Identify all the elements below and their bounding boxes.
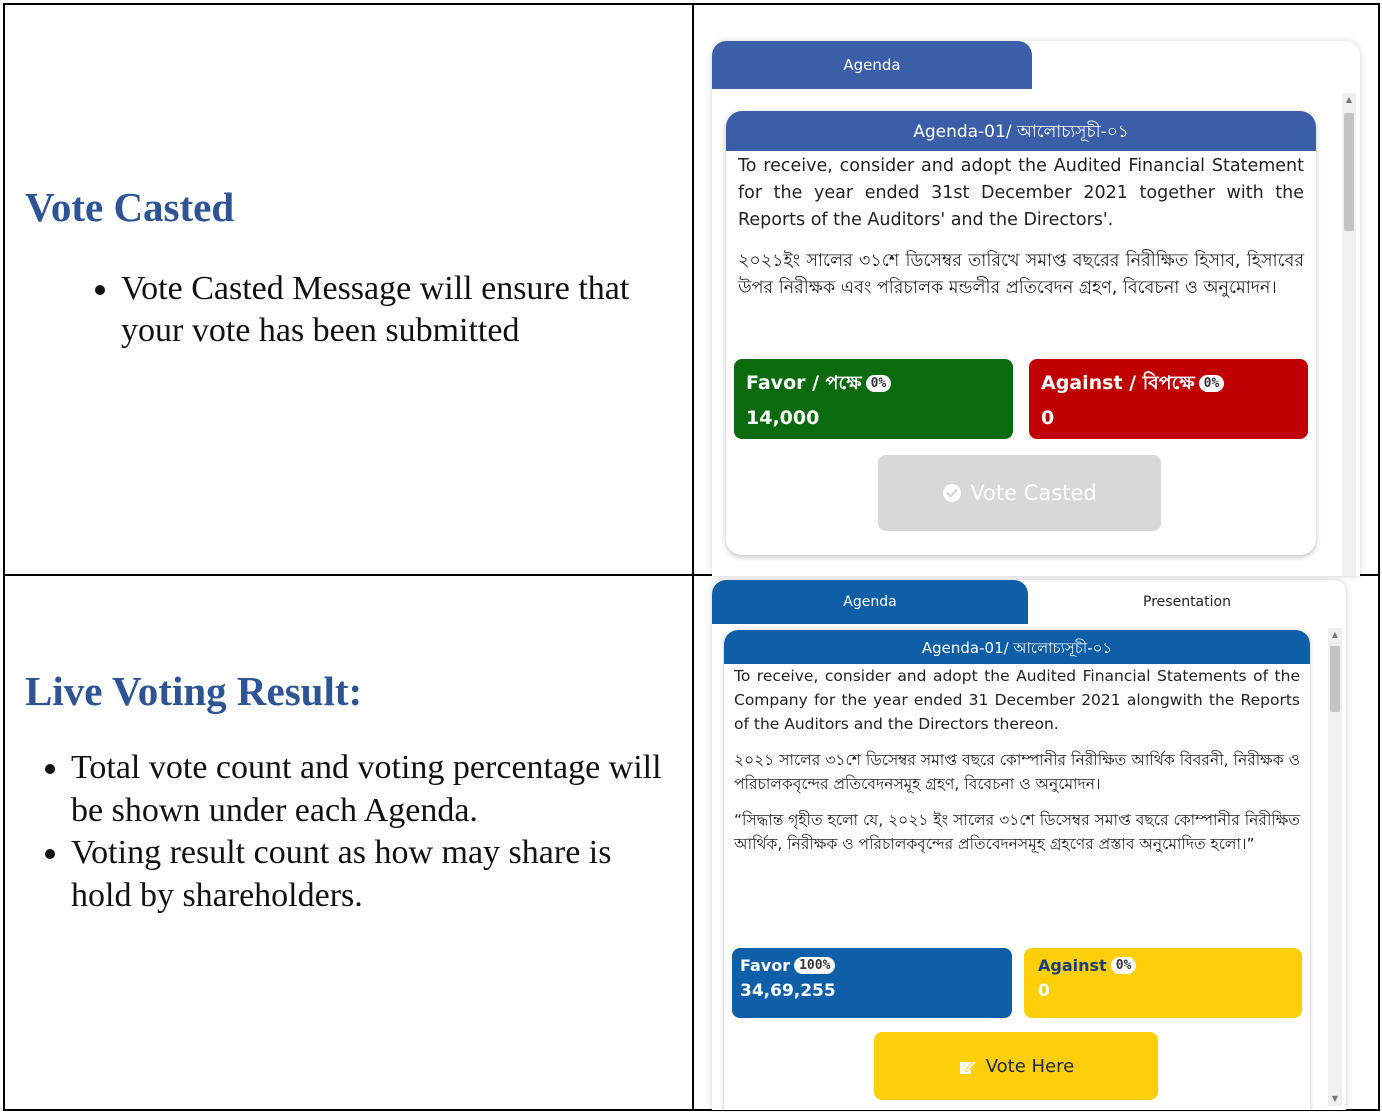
favor-box: Favor 100% 34,69,255 (732, 948, 1012, 1018)
app-panel: Agenda ▲ Agenda-01/ আলোচ্যসূচী-০১ To rec… (712, 41, 1360, 576)
agenda-text-english: To receive, consider and adopt the Audit… (738, 156, 1304, 230)
app-panel: Agenda Presentation ▲ ▼ Agenda-01/ আলোচ্… (712, 580, 1346, 1110)
agenda-card: Agenda-01/ আলোচ্যসূচী-০১ To receive, con… (724, 630, 1310, 1110)
against-count: 0 (1041, 407, 1055, 429)
against-box: Against / বিপক্ষে 0% 0 (1029, 359, 1308, 439)
scrollbar-thumb[interactable] (1330, 646, 1340, 712)
scroll-up-icon[interactable]: ▲ (1328, 628, 1342, 642)
against-label: Against (1038, 956, 1107, 975)
card-title: Agenda-01/ আলোচ্যসূচী-০১ (726, 111, 1316, 151)
favor-percent-badge: 0% (865, 375, 892, 392)
bullet-item: Voting result count as how may share is … (71, 832, 672, 917)
button-label: Vote Casted (970, 481, 1097, 505)
favor-percent-badge: 100% (794, 957, 836, 974)
bullet-list: Vote Casted Message will ensure that you… (25, 268, 672, 353)
agenda-text-bengali: ২০২১ সালের ৩১শে ডিসেম্বর সমাপ্ত বছরে কোম… (734, 751, 1300, 793)
vote-casted-screenshot-cell: Agenda ▲ Agenda-01/ আলোচ্যসূচী-০১ To rec… (694, 5, 1378, 576)
bullet-item: Vote Casted Message will ensure that you… (121, 268, 672, 353)
against-percent-badge: 0% (1198, 375, 1225, 392)
vote-casted-description-cell: Vote Casted Vote Casted Message will ens… (5, 5, 694, 576)
tab-agenda[interactable]: Agenda (712, 580, 1028, 624)
tab-bar: Agenda (712, 41, 1360, 89)
live-result-screenshot-cell: Agenda Presentation ▲ ▼ Agenda-01/ আলোচ্… (694, 576, 1378, 1110)
document-table: Vote Casted Vote Casted Message will ens… (3, 3, 1380, 1111)
resolution-text-bengali: “সিদ্ধান্ত গৃহীত হলো যে, ২০২১ ইং সালের ৩… (734, 811, 1300, 853)
vote-casted-button[interactable]: Vote Casted (878, 455, 1161, 531)
agenda-text-english: To receive, consider and adopt the Audit… (734, 667, 1300, 733)
agenda-text-bengali: ২০২১ইং সালের ৩১শে ডিসেম্বর তারিখে সমাপ্ত… (738, 251, 1304, 298)
section-heading: Vote Casted (25, 184, 235, 231)
against-label: Against / বিপক্ষে (1041, 372, 1195, 394)
card-title: Agenda-01/ আলোচ্যসূচী-০১ (724, 630, 1310, 664)
against-box: Against 0% 0 (1024, 948, 1302, 1018)
favor-count: 34,69,255 (740, 981, 836, 1001)
pencil-icon (959, 1060, 977, 1074)
scrollbar[interactable]: ▲ ▼ (1328, 628, 1342, 1106)
check-circle-icon (943, 484, 962, 502)
scrollbar-thumb[interactable] (1344, 113, 1354, 231)
bullet-list: Total vote count and voting percentage w… (25, 747, 672, 917)
scroll-down-icon[interactable]: ▼ (1328, 1092, 1342, 1106)
bullet-item: Total vote count and voting percentage w… (71, 747, 672, 832)
scrollbar[interactable]: ▲ (1342, 93, 1356, 576)
tab-presentation[interactable]: Presentation (1028, 580, 1346, 624)
favor-label: Favor (740, 956, 791, 975)
against-percent-badge: 0% (1110, 957, 1137, 974)
tab-agenda[interactable]: Agenda (712, 41, 1032, 89)
favor-count: 14,000 (746, 407, 820, 429)
scroll-up-icon[interactable]: ▲ (1342, 93, 1356, 107)
favor-label: Favor / পক্ষে (746, 372, 862, 394)
vote-here-button[interactable]: Vote Here (874, 1032, 1158, 1100)
favor-box: Favor / পক্ষে 0% 14,000 (734, 359, 1013, 439)
button-label: Vote Here (985, 1055, 1075, 1077)
live-result-description-cell: Live Voting Result: Total vote count and… (5, 576, 694, 1109)
tab-bar: Agenda Presentation (712, 580, 1346, 624)
agenda-card: Agenda-01/ আলোচ্যসূচী-০১ To receive, con… (726, 111, 1316, 555)
against-count: 0 (1038, 981, 1050, 1001)
section-heading: Live Voting Result: (25, 667, 363, 714)
